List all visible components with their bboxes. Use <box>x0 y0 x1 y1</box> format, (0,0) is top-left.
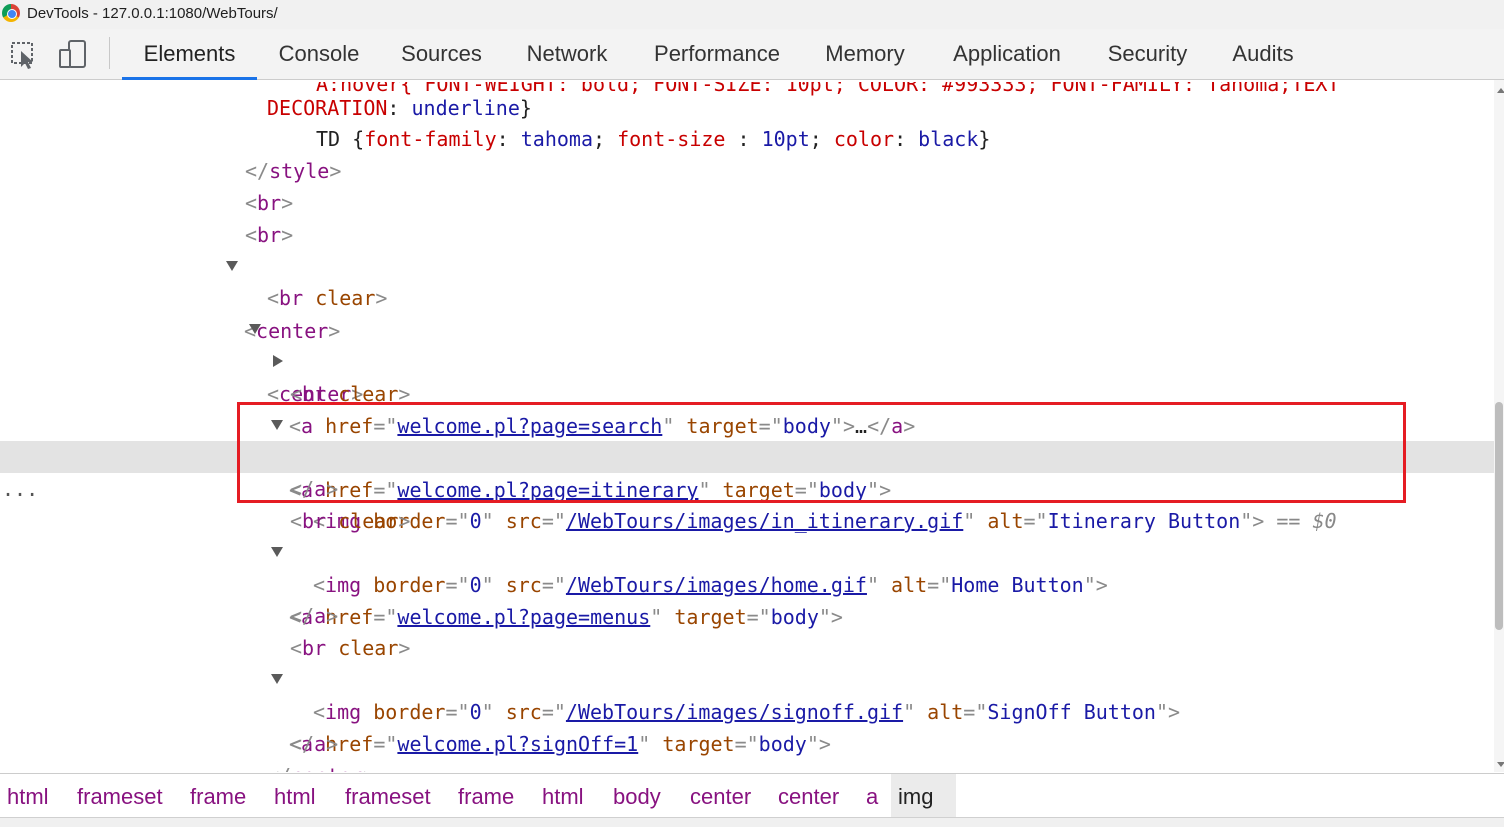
breadcrumb-item-img[interactable]: img <box>891 774 956 818</box>
breadcrumb-item-center[interactable]: center <box>683 774 758 818</box>
tree-node-a-signoff[interactable]: <a href="welcome.pl?signOff=1" target="b… <box>0 664 1494 756</box>
tree-node-br-clear[interactable]: <br clear> <box>0 282 1494 314</box>
tag-name: a <box>314 477 327 501</box>
tag-name: br <box>257 223 282 247</box>
breadcrumb-item-center[interactable]: center <box>771 774 846 818</box>
tree-node-a-itinerary[interactable]: <a href="welcome.pl?page=itinerary" targ… <box>0 410 1494 502</box>
css-decoration-val: underline <box>411 96 520 120</box>
breadcrumb-item-a[interactable]: a <box>859 774 885 818</box>
window-titlebar: DevTools - 127.0.0.1:1080/WebTours/ <box>0 0 1504 29</box>
tree-line-css-decoration: DECORATION: underline} <box>267 96 532 120</box>
attr-value: Home Button <box>951 573 1084 597</box>
tree-node-center-outer[interactable]: <center> <box>0 251 1494 343</box>
tree-node-a-close[interactable]: </a> <box>0 728 1494 760</box>
attr-value: 0 <box>469 573 482 597</box>
tree-node-br[interactable]: <br> <box>0 187 1494 219</box>
collapsed-triangle-icon[interactable] <box>273 355 283 367</box>
tab-memory[interactable]: Memory <box>812 29 918 80</box>
tab-network[interactable]: Network <box>513 29 621 80</box>
tree-node-img-signoff[interactable]: <img border="0" src="/WebTours/images/si… <box>0 696 1494 728</box>
scrollbar-thumb[interactable] <box>1495 402 1503 630</box>
attr-name: clear <box>338 636 399 660</box>
tree-node-a-close[interactable]: </a> <box>0 600 1494 632</box>
tag-name: br <box>279 286 304 310</box>
elements-tree[interactable]: A:hover{ FONT-WEIGHT: bold; FONT-SIZE: 1… <box>0 80 1494 772</box>
css-decoration-prop: DECORATION <box>267 96 388 120</box>
tree-node-br[interactable]: <br> <box>0 219 1494 251</box>
breadcrumb-item-html[interactable]: html <box>535 774 591 818</box>
tree-line-css-td: TD {font-family: tahoma; font-size : 10p… <box>316 127 991 151</box>
attr-name: clear <box>315 286 376 310</box>
breadcrumb-item-frame[interactable]: frame <box>451 774 521 818</box>
breadcrumb-item-body[interactable]: body <box>606 774 668 818</box>
tab-sources[interactable]: Sources <box>391 29 492 80</box>
css-td-prop1: font-family <box>364 127 497 151</box>
tree-node-br-clear[interactable]: <br clear> <box>0 378 1494 402</box>
css-td-val2: 10pt <box>761 127 810 151</box>
attr-value: SignOff Button <box>987 700 1156 724</box>
device-toggle-icon[interactable] <box>56 37 90 71</box>
toolbar-separator <box>109 37 110 69</box>
devtools-toolbar: Elements Console Sources Network Perform… <box>0 29 1504 80</box>
tree-node-br-clear[interactable]: <br clear> <box>0 505 1494 537</box>
breadcrumb: html frameset frame html frameset frame … <box>0 773 1504 818</box>
tag-name: style <box>269 159 330 183</box>
breadcrumb-item-frame[interactable]: frame <box>183 774 253 818</box>
expand-triangle-icon[interactable] <box>271 674 283 684</box>
bottom-status-bar <box>0 817 1504 827</box>
breadcrumb-item-frameset[interactable]: frameset <box>70 774 170 818</box>
tab-elements[interactable]: Elements <box>122 29 257 80</box>
attr-name: alt <box>927 700 964 724</box>
expand-triangle-icon[interactable] <box>226 261 238 271</box>
tab-application[interactable]: Application <box>939 29 1075 80</box>
tree-scrollbar[interactable] <box>1494 80 1504 772</box>
tag-name: img <box>325 700 362 724</box>
attr-name: clear <box>338 509 399 533</box>
tag-name: a <box>314 732 327 756</box>
attr-name: border <box>373 573 446 597</box>
tab-audits[interactable]: Audits <box>1219 29 1307 80</box>
expand-triangle-icon[interactable] <box>271 547 283 557</box>
tree-node-a-menus[interactable]: <a href="welcome.pl?page=menus" target="… <box>0 537 1494 629</box>
tab-console[interactable]: Console <box>267 29 371 80</box>
tag-name: a <box>314 604 327 628</box>
css-td-selector: TD <box>316 127 341 151</box>
tag-name: br <box>302 509 327 533</box>
tag-name: br <box>302 636 327 660</box>
tag-name: img <box>325 573 362 597</box>
breadcrumb-item-html[interactable]: html <box>0 774 56 818</box>
tree-node-a-search[interactable]: <a href="welcome.pl?page=search" target=… <box>0 346 1494 438</box>
tree-node-img-home[interactable]: <img border="0" src="/WebTours/images/ho… <box>0 569 1494 601</box>
window-title: DevTools - 127.0.0.1:1080/WebTours/ <box>27 5 278 22</box>
tree-node-center-inner[interactable]: <center> <box>0 314 1494 406</box>
tree-node-center-close[interactable]: </center> <box>0 760 1494 772</box>
attr-name: src <box>505 573 542 597</box>
css-td-val3: black <box>918 127 979 151</box>
css-td-prop2: font-size <box>617 127 726 151</box>
inspect-cursor-icon[interactable] <box>6 37 40 71</box>
src-link-home[interactable]: /WebTours/images/home.gif <box>566 573 867 597</box>
scroll-down-arrow-icon[interactable] <box>1497 762 1504 767</box>
breadcrumb-item-frameset[interactable]: frameset <box>338 774 438 818</box>
src-link-signoff[interactable]: /WebTours/images/signoff.gif <box>566 700 903 724</box>
expand-triangle-icon[interactable] <box>249 324 261 334</box>
attr-value: 0 <box>469 700 482 724</box>
tree-node-img-itinerary-selected[interactable]: ... <img border="0" src="/WebTours/image… <box>0 441 1494 533</box>
tab-performance[interactable]: Performance <box>643 29 791 80</box>
attr-name: src <box>505 700 542 724</box>
tree-node-a-close[interactable]: </a> <box>0 473 1494 505</box>
tag-name: center <box>291 764 363 772</box>
breadcrumb-item-html[interactable]: html <box>267 774 323 818</box>
tree-node-br-clear[interactable]: <br clear> <box>0 632 1494 664</box>
tree-node-style-close[interactable]: </style> <box>0 155 1494 187</box>
tag-name: br <box>257 191 282 215</box>
attr-name: border <box>373 700 446 724</box>
tab-security[interactable]: Security <box>1097 29 1198 80</box>
css-td-prop3: color <box>833 127 895 151</box>
css-td-val1: tahoma <box>520 127 593 151</box>
expand-triangle-icon[interactable] <box>271 420 283 430</box>
scroll-up-arrow-icon[interactable] <box>1497 88 1504 93</box>
chrome-logo-icon <box>2 4 20 22</box>
attr-name: alt <box>891 573 928 597</box>
